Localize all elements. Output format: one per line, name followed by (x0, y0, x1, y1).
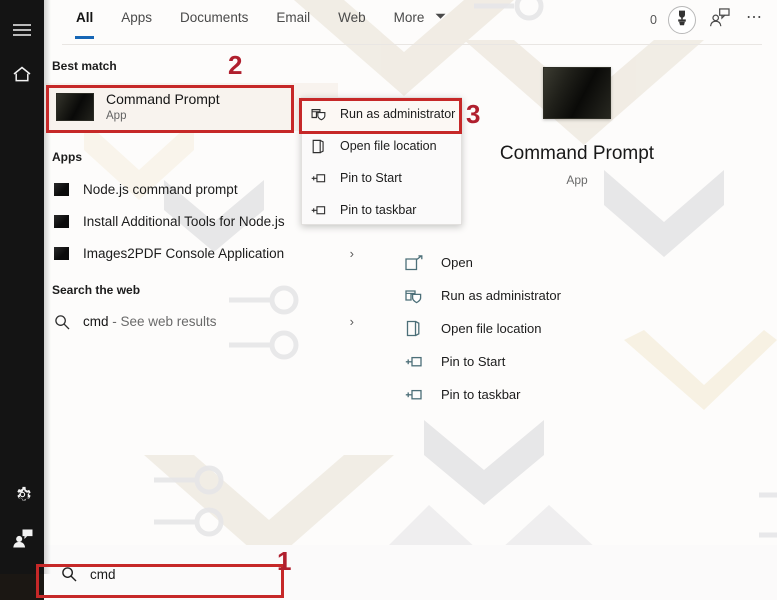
chevron-right-icon[interactable]: › (350, 246, 354, 261)
more-options-button[interactable]: ⋯ (742, 7, 767, 33)
rail-shadow (44, 0, 51, 574)
web-search-text: cmd - See web results (83, 314, 217, 329)
annotation-number-3: 3 (466, 99, 481, 129)
command-prompt-icon (56, 93, 94, 121)
search-input-value: cmd (90, 566, 116, 582)
rewards-button[interactable] (668, 6, 696, 34)
pin-icon (311, 172, 328, 185)
shield-window-icon (311, 107, 328, 121)
pin-icon (311, 204, 328, 217)
rewards-count: 0 (650, 13, 657, 27)
folder-open-icon (405, 320, 427, 337)
context-menu-item-open-file-location[interactable]: Open file location (302, 130, 461, 162)
list-item-label: Node.js command prompt (83, 182, 238, 197)
tab-apps[interactable]: Apps (107, 8, 166, 28)
preview-action-open[interactable]: Open (405, 246, 705, 279)
feedback-button[interactable] (0, 516, 44, 560)
best-match-text: Command Prompt App (106, 91, 220, 124)
preview-action-pin-to-start[interactable]: Pin to Start (405, 345, 705, 378)
best-match-result[interactable]: Command Prompt App (46, 83, 338, 131)
chevron-right-icon[interactable]: › (350, 314, 354, 329)
tab-web-label: Web (338, 10, 366, 25)
chevron-down-icon (435, 8, 446, 23)
tab-more[interactable]: More (380, 8, 461, 28)
list-item-label: Install Additional Tools for Node.js (83, 214, 285, 229)
tab-documents-label: Documents (180, 10, 249, 25)
web-search-suggestion: - See web results (108, 314, 217, 329)
tab-apps-label: Apps (121, 10, 153, 25)
search-icon (61, 566, 77, 582)
annotation-number-2: 2 (228, 50, 243, 80)
open-window-icon (405, 254, 427, 271)
gear-icon (13, 485, 32, 504)
app-icon (54, 183, 69, 196)
search-the-web-heading: Search the web (52, 283, 141, 297)
command-prompt-icon (543, 67, 611, 119)
search-input[interactable]: cmd (47, 559, 284, 589)
context-menu: Run as administrator Open file location … (301, 97, 462, 225)
tab-more-label: More (393, 10, 425, 25)
app-icon (54, 247, 69, 260)
settings-button[interactable] (0, 472, 44, 516)
home-icon (12, 65, 32, 83)
desktop-strip (0, 574, 44, 600)
pin-icon (405, 388, 427, 402)
tab-web[interactable]: Web (324, 8, 380, 28)
best-match-heading: Best match (52, 59, 117, 73)
preview-action-open-file-location[interactable]: Open file location (405, 312, 705, 345)
feedback-button-top[interactable] (706, 7, 732, 33)
windows-search-window: All Apps Documents Email Web More 0 ⋯ Be… (0, 0, 777, 600)
context-menu-item-run-as-administrator[interactable]: Run as administrator (302, 98, 461, 130)
feedback-person-icon (709, 8, 730, 32)
preview-action-label: Run as administrator (441, 288, 561, 303)
context-menu-item-pin-to-taskbar[interactable]: Pin to taskbar (302, 194, 461, 226)
filter-tabs: All Apps Documents Email Web More (62, 8, 461, 39)
preview-action-label: Pin to Start (441, 354, 506, 369)
hamburger-icon (12, 23, 32, 37)
shield-window-icon (405, 288, 427, 304)
search-filter-navbar: All Apps Documents Email Web More 0 ⋯ (44, 0, 777, 45)
list-item-app-2[interactable]: Images2PDF Console Application › (46, 239, 364, 268)
trophy-icon (675, 10, 689, 31)
preview-action-label: Pin to taskbar (441, 387, 521, 402)
preview-action-label: Open (441, 255, 473, 270)
list-item-app-0[interactable]: Node.js command prompt (46, 175, 338, 204)
tab-email-label: Email (276, 10, 311, 25)
search-bar-zone: cmd (44, 545, 777, 600)
preview-action-list: Open Run as administrator Open file loca… (405, 246, 705, 411)
search-icon (54, 314, 70, 330)
annotation-number-1: 1 (277, 546, 292, 576)
preview-action-run-as-administrator[interactable]: Run as administrator (405, 279, 705, 312)
context-menu-item-label: Pin to Start (340, 171, 402, 185)
folder-open-icon (311, 139, 328, 154)
app-icon (54, 215, 69, 228)
context-menu-item-label: Pin to taskbar (340, 203, 417, 217)
best-match-title: Command Prompt (106, 90, 220, 107)
tab-all[interactable]: All (62, 8, 107, 39)
tab-email[interactable]: Email (262, 8, 324, 28)
feedback-person-icon (12, 528, 33, 548)
tab-documents[interactable]: Documents (166, 8, 262, 28)
list-item-label: Images2PDF Console Application (83, 246, 285, 261)
context-menu-item-pin-to-start[interactable]: Pin to Start (302, 162, 461, 194)
hamburger-menu-button[interactable] (0, 8, 44, 52)
preview-action-pin-to-taskbar[interactable]: Pin to taskbar (405, 378, 705, 411)
tab-all-label: All (76, 10, 94, 25)
pin-icon (405, 355, 427, 369)
list-item-web-search[interactable]: cmd - See web results › (46, 307, 364, 336)
navbar-right-actions: 0 ⋯ (650, 6, 767, 34)
home-button[interactable] (0, 52, 44, 96)
context-menu-item-label: Open file location (340, 139, 437, 153)
best-match-subtitle: App (106, 109, 127, 122)
preview-action-label: Open file location (441, 321, 542, 336)
list-item-app-1[interactable]: Install Additional Tools for Node.js (46, 207, 338, 236)
web-search-query: cmd (83, 314, 109, 329)
context-menu-item-label: Run as administrator (340, 107, 456, 121)
left-nav-rail (0, 0, 44, 574)
